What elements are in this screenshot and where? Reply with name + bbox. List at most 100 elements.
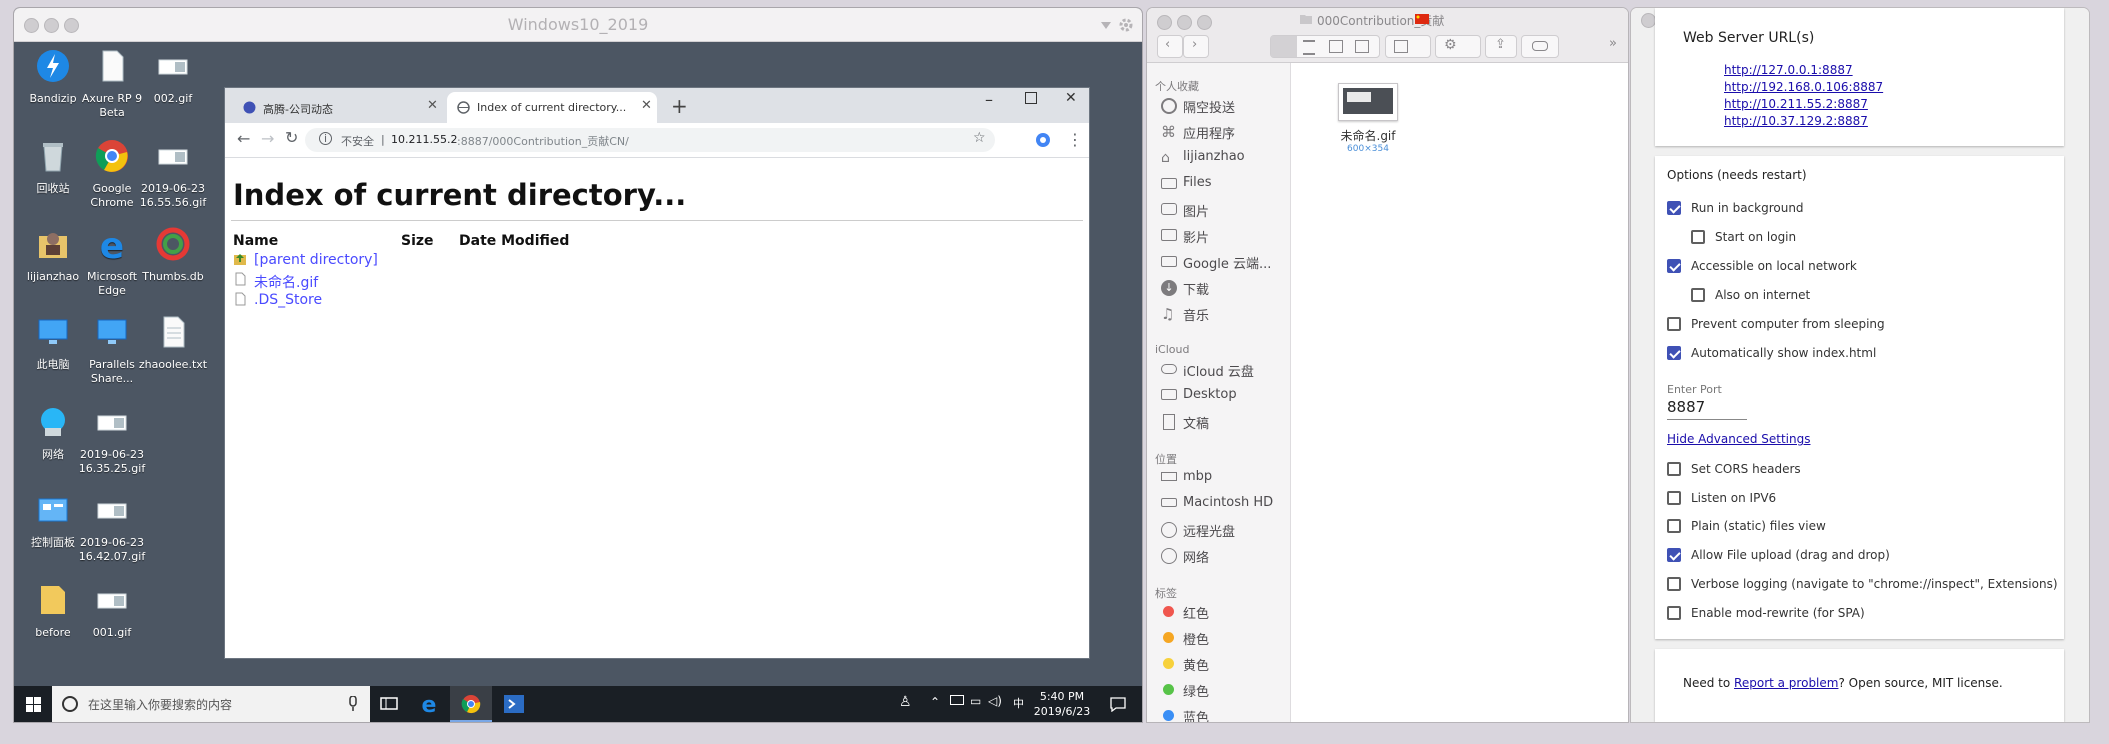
bookmark-star-icon[interactable]: ☆ <box>973 130 986 146</box>
server-url-link[interactable]: http://10.37.129.2:8887 <box>1724 114 1868 128</box>
tab-close-icon[interactable]: ✕ <box>427 98 438 113</box>
parent-folder-icon <box>234 254 246 265</box>
toolbar-overflow-icon[interactable]: » <box>1609 36 1617 51</box>
checkbox[interactable] <box>1667 491 1681 505</box>
taskbar-clock[interactable]: 5:40 PM 2019/6/23 <box>1030 689 1094 719</box>
chevron-up-icon[interactable]: ⌃ <box>930 695 940 709</box>
desktop-icon-thumbs[interactable]: Thumbs.db <box>134 226 212 284</box>
ime-indicator[interactable]: 中 <box>1013 695 1024 711</box>
extension-icon[interactable] <box>1035 132 1051 148</box>
file-icon <box>235 292 246 306</box>
folder-icon <box>1161 178 1177 189</box>
gif-file-icon <box>97 415 127 431</box>
desktop-icon-txt[interactable]: zhaoolee.txt <box>134 314 212 372</box>
address-bar[interactable]: i 不安全 | 10.211.55.2 :8887/000Contributio… <box>305 128 995 152</box>
film-icon <box>1161 229 1177 241</box>
icon-view-icon[interactable] <box>1271 36 1297 57</box>
camera-icon <box>1161 203 1177 215</box>
report-problem-link[interactable]: Report a problem <box>1734 676 1838 690</box>
divider <box>231 220 1083 221</box>
finder-file-item[interactable]: 未命名.gif 600×354 <box>1323 83 1413 154</box>
tag-dot-icon <box>1163 710 1174 721</box>
people-icon[interactable]: ♙ <box>899 694 912 710</box>
taskbar-search-box[interactable]: 在这里输入你要搜索的内容 <box>52 686 370 722</box>
tab-index-directory[interactable]: Index of current directory... ✕ <box>447 92 657 123</box>
globe-icon <box>1161 548 1177 564</box>
desktop-icon-gif-002[interactable]: 002.gif <box>134 48 212 106</box>
laptop-icon <box>1161 472 1177 481</box>
chrome-taskbar-button[interactable] <box>450 686 492 722</box>
close-dot-icon[interactable] <box>1641 13 1656 28</box>
notification-icon[interactable] <box>1110 696 1126 712</box>
checkbox[interactable] <box>1667 548 1681 562</box>
server-url-link[interactable]: http://127.0.0.1:8887 <box>1724 63 1853 77</box>
gear-icon[interactable] <box>1118 17 1134 33</box>
menu-kebab-icon[interactable]: ⋮ <box>1067 130 1083 149</box>
server-url-link[interactable]: http://192.168.0.106:8887 <box>1724 80 1883 94</box>
file-link[interactable]: .DS_Store <box>254 292 322 308</box>
powershell-icon[interactable] <box>504 695 524 713</box>
forward-button[interactable]: › <box>1183 35 1209 58</box>
recycle-bin-icon <box>43 143 63 172</box>
windows-start-icon[interactable] <box>26 697 41 712</box>
minimize-dot-icon[interactable] <box>1177 15 1192 30</box>
checkbox[interactable] <box>1691 230 1705 244</box>
info-icon[interactable]: i <box>319 132 332 145</box>
checkbox[interactable] <box>1667 317 1681 331</box>
desktop-icon-gif-1642[interactable]: 2019-06-23 16.42.07.gif <box>73 492 151 564</box>
footer-text: Need to Report a problem? Open source, M… <box>1683 676 2003 690</box>
edge-taskbar-icon[interactable]: e <box>419 694 439 714</box>
list-view-icon[interactable] <box>1303 40 1315 55</box>
checkbox[interactable] <box>1667 606 1681 620</box>
document-icon <box>102 50 124 82</box>
web-server-window: Web Server URL(s) http://127.0.0.1:8887 … <box>1631 8 2089 722</box>
parent-directory-link[interactable]: [parent directory] <box>254 252 378 268</box>
battery-icon[interactable] <box>950 695 964 705</box>
file-link[interactable]: 未命名.gif <box>254 272 318 292</box>
checkbox[interactable] <box>1691 288 1705 302</box>
network-icon[interactable]: ▭ <box>970 694 981 708</box>
checkbox[interactable] <box>1667 519 1681 533</box>
window-close-icon[interactable]: ✕ <box>1065 90 1077 106</box>
task-view-icon[interactable] <box>380 696 398 712</box>
hide-advanced-link[interactable]: Hide Advanced Settings <box>1667 432 1810 446</box>
view-switcher[interactable] <box>1270 35 1380 58</box>
vm-title: Windows10_2019 <box>507 15 649 34</box>
server-url-link[interactable]: http://10.211.55.2:8887 <box>1724 97 1868 111</box>
checkbox[interactable] <box>1667 577 1681 591</box>
window-maximize-icon[interactable] <box>1025 92 1037 104</box>
forward-arrow-icon[interactable]: → <box>261 129 274 148</box>
back-button[interactable]: ‹ <box>1157 35 1183 58</box>
gallery-view-icon[interactable] <box>1355 40 1369 53</box>
checkbox[interactable] <box>1667 201 1681 215</box>
tab-strip: 高腾-公司动态 ✕ Index of current directory... … <box>225 88 1089 123</box>
reload-icon[interactable]: ↻ <box>285 128 298 147</box>
share-button[interactable]: ⇪ <box>1485 35 1517 58</box>
window-minimize-icon[interactable]: – <box>985 90 993 109</box>
action-gear-button[interactable]: ⚙ <box>1435 35 1481 58</box>
tab-company-news[interactable]: 高腾-公司动态 ✕ <box>233 92 443 123</box>
microphone-icon[interactable] <box>348 696 358 712</box>
back-arrow-icon[interactable]: ← <box>237 129 250 148</box>
checkbox[interactable] <box>1667 462 1681 476</box>
new-tab-plus-icon[interactable]: + <box>671 94 688 118</box>
close-dot-icon[interactable] <box>1157 15 1172 30</box>
clock-time: 5:40 PM <box>1039 690 1085 703</box>
disc-icon <box>1161 522 1177 538</box>
group-button[interactable] <box>1385 35 1431 58</box>
volume-icon[interactable]: ◁) <box>988 694 1002 708</box>
windows-taskbar: 在这里输入你要搜索的内容 e ♙ ⌃ ▭ ◁) 中 5:40 PM 2019/6… <box>14 686 1142 722</box>
search-icon <box>62 696 78 712</box>
port-input[interactable]: 8887 <box>1667 398 1747 420</box>
desktop-icon-gif-1655[interactable]: 2019-06-23 16.55.56.gif <box>134 138 212 210</box>
column-view-icon[interactable] <box>1329 40 1343 53</box>
checkbox[interactable] <box>1667 259 1681 273</box>
desktop-icon-gif-001[interactable]: 001.gif <box>73 582 151 640</box>
dropdown-icon[interactable] <box>1100 19 1112 31</box>
desktop-icon-gif-1635[interactable]: 2019-06-23 16.35.25.gif <box>73 404 151 476</box>
tag-button[interactable] <box>1521 35 1559 58</box>
zoom-dot-icon[interactable] <box>1197 15 1212 30</box>
tab-close-icon[interactable]: ✕ <box>641 98 652 113</box>
checkbox[interactable] <box>1667 346 1681 360</box>
desktop-icon-label: 2019-06-23 16.42.07.gif <box>78 536 146 563</box>
